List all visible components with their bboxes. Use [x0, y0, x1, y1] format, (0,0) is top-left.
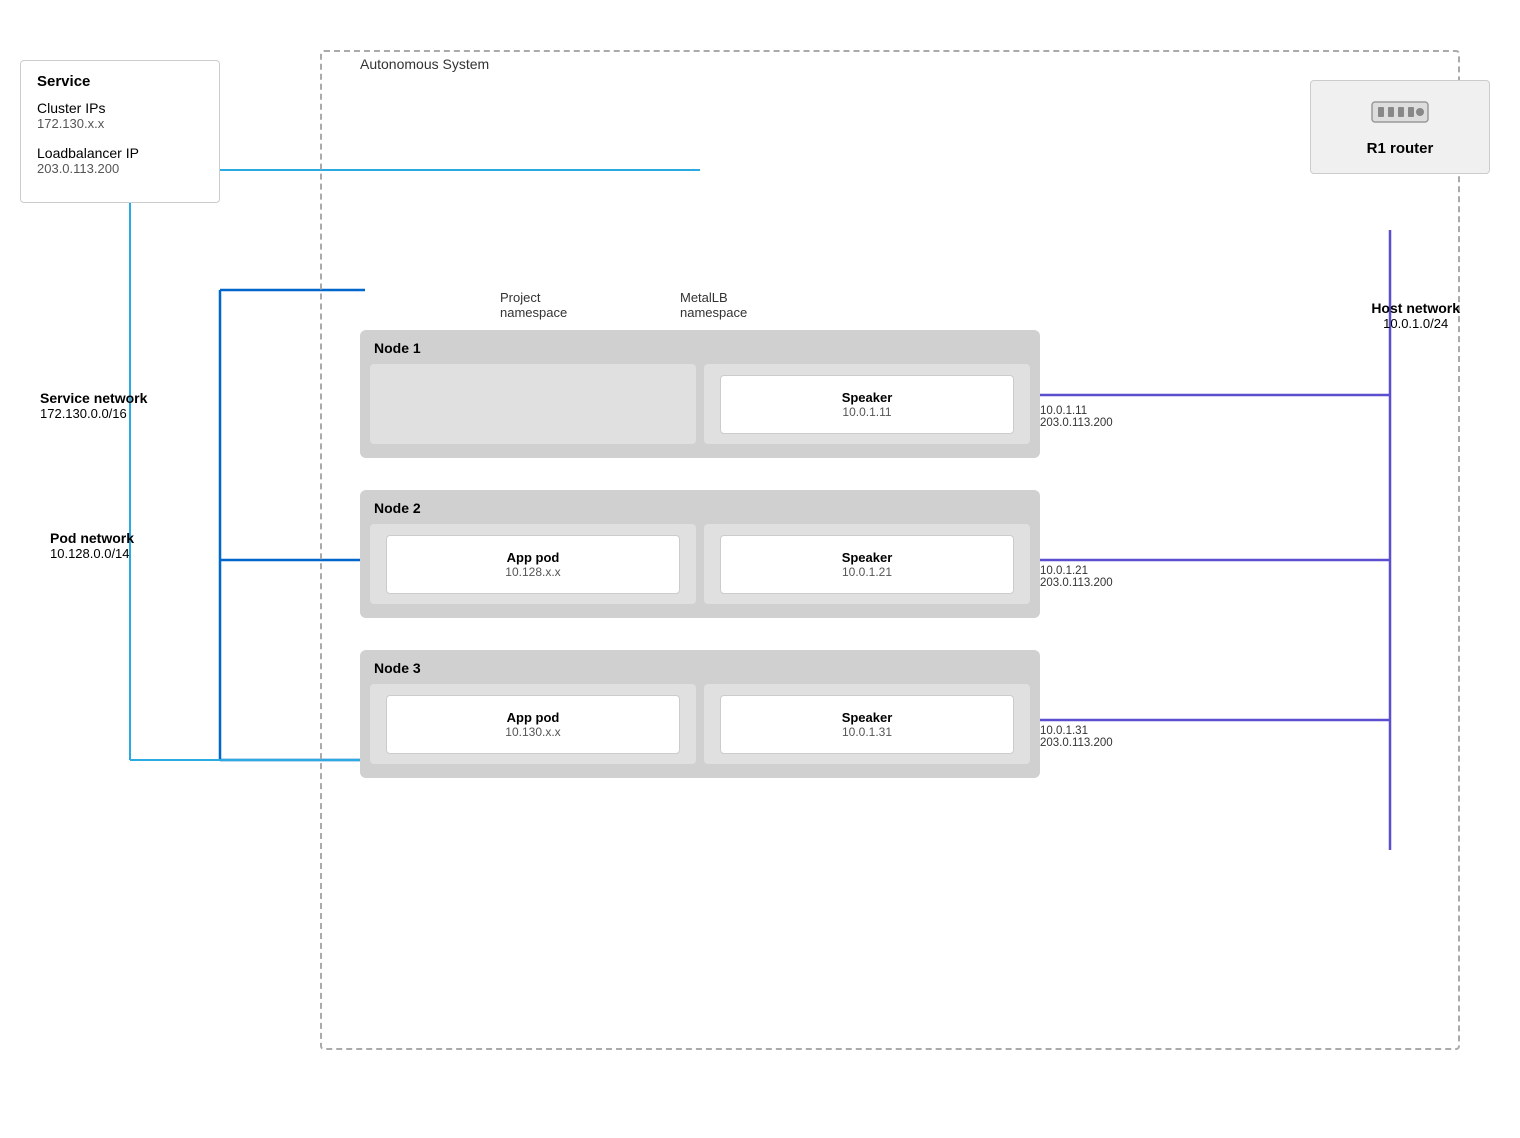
bgp3-line1: 10.0.1.31 — [1040, 725, 1113, 737]
node3-app-name: App pod — [397, 710, 668, 725]
lb-ip-item: Loadbalancer IP 203.0.113.200 — [37, 145, 203, 176]
cluster-ips-value: 172.130.x.x — [37, 116, 203, 131]
node3-speaker-box: Speaker 10.0.1.31 — [720, 695, 1013, 754]
node2-area: Node 2 App pod 10.128.x.x Speaker 10.0.1… — [360, 490, 1040, 618]
node3-area: Node 3 App pod 10.130.x.x Speaker 10.0.1… — [360, 650, 1040, 778]
host-network-cidr: 10.0.1.0/24 — [1371, 316, 1460, 331]
pod-network-title: Pod network — [50, 530, 134, 546]
metallb-namespace-label: MetalLB namespace — [680, 290, 747, 320]
router-box: R1 router — [1310, 80, 1490, 174]
router-icon — [1331, 97, 1469, 134]
node1-speaker-ip: 10.0.1.11 — [731, 405, 1002, 419]
node2-speaker-name: Speaker — [731, 550, 1002, 565]
node1-project-slot — [370, 364, 696, 444]
node1-inner: Speaker 10.0.1.11 — [370, 364, 1030, 444]
host-network-label: Host network 10.0.1.0/24 — [1371, 300, 1460, 331]
bgp2-line1: 10.0.1.21 — [1040, 565, 1113, 577]
bgp3-line2: 203.0.113.200 — [1040, 737, 1113, 749]
node2-metallb-slot: Speaker 10.0.1.21 — [704, 524, 1030, 604]
host-network-title: Host network — [1371, 300, 1460, 316]
node2-app-box: App pod 10.128.x.x — [386, 535, 679, 594]
bgp1-line2: 203.0.113.200 — [1040, 417, 1113, 429]
bgp-label-2: 10.0.1.21 203.0.113.200 — [1040, 565, 1113, 589]
lb-ip-label: Loadbalancer IP — [37, 145, 203, 161]
node2-app-ip: 10.128.x.x — [397, 565, 668, 579]
service-box: Service Cluster IPs 172.130.x.x Loadbala… — [20, 60, 220, 203]
node2-app-name: App pod — [397, 550, 668, 565]
cluster-ips-label: Cluster IPs — [37, 100, 203, 116]
autonomous-system-label: Autonomous System — [360, 56, 489, 72]
service-network-label: Service network 172.130.0.0/16 — [40, 390, 147, 421]
node2-label: Node 2 — [370, 500, 1030, 516]
node1-label: Node 1 — [370, 340, 1030, 356]
pod-network-label: Pod network 10.128.0.0/14 — [50, 530, 134, 561]
node3-speaker-ip: 10.0.1.31 — [731, 725, 1002, 739]
node1-area: Node 1 Speaker 10.0.1.11 — [360, 330, 1040, 458]
lb-ip-value: 203.0.113.200 — [37, 161, 203, 176]
node2-inner: App pod 10.128.x.x Speaker 10.0.1.21 — [370, 524, 1030, 604]
cluster-ips-item: Cluster IPs 172.130.x.x — [37, 100, 203, 131]
node3-project-slot: App pod 10.130.x.x — [370, 684, 696, 764]
service-network-title: Service network — [40, 390, 147, 406]
node1-metallb-slot: Speaker 10.0.1.11 — [704, 364, 1030, 444]
node1-speaker-name: Speaker — [731, 390, 1002, 405]
bgp-label-3: 10.0.1.31 203.0.113.200 — [1040, 725, 1113, 749]
node2-speaker-box: Speaker 10.0.1.21 — [720, 535, 1013, 594]
pod-network-cidr: 10.128.0.0/14 — [50, 546, 134, 561]
node3-app-box: App pod 10.130.x.x — [386, 695, 679, 754]
bgp2-line2: 203.0.113.200 — [1040, 577, 1113, 589]
node2-project-slot: App pod 10.128.x.x — [370, 524, 696, 604]
node3-inner: App pod 10.130.x.x Speaker 10.0.1.31 — [370, 684, 1030, 764]
bgp-label-1: 10.0.1.11 203.0.113.200 — [1040, 405, 1113, 429]
diagram-container: Service Cluster IPs 172.130.x.x Loadbala… — [0, 0, 1520, 1138]
project-namespace-label: Project namespace — [500, 290, 567, 320]
node2-speaker-ip: 10.0.1.21 — [731, 565, 1002, 579]
service-network-cidr: 172.130.0.0/16 — [40, 406, 147, 421]
router-label: R1 router — [1331, 140, 1469, 157]
node3-app-ip: 10.130.x.x — [397, 725, 668, 739]
service-box-title: Service — [37, 73, 203, 90]
node3-label: Node 3 — [370, 660, 1030, 676]
bgp1-line1: 10.0.1.11 — [1040, 405, 1113, 417]
node3-speaker-name: Speaker — [731, 710, 1002, 725]
node1-speaker-box: Speaker 10.0.1.11 — [720, 375, 1013, 434]
node3-metallb-slot: Speaker 10.0.1.31 — [704, 684, 1030, 764]
